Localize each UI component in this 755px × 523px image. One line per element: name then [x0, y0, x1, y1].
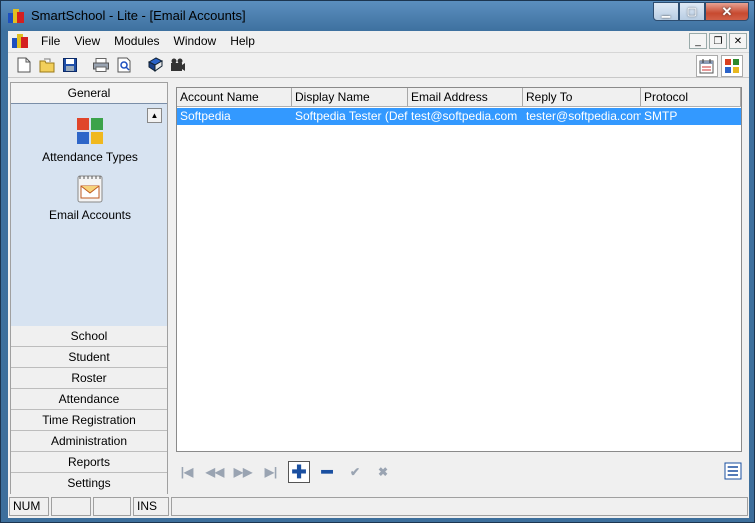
column-header-protocol[interactable]: Protocol [641, 88, 741, 106]
save-icon [63, 58, 77, 72]
status-panel-2 [51, 497, 91, 516]
next-record-icon: ▶▶ [233, 465, 253, 479]
menu-window[interactable]: Window [167, 31, 224, 51]
menu-view[interactable]: View [67, 31, 107, 51]
delete-record-button[interactable]: ━ [316, 461, 338, 483]
minus-icon: ━ [321, 461, 333, 482]
status-ins: INS [133, 497, 169, 516]
title-bar[interactable]: SmartSchool - Lite - [Email Accounts] ▁ … [1, 1, 755, 31]
app-window: SmartSchool - Lite - [Email Accounts] ▁ … [0, 0, 755, 523]
attendance-types-icon [75, 116, 105, 146]
calendar-button[interactable] [696, 55, 718, 77]
column-header-display-name[interactable]: Display Name [292, 88, 408, 106]
cell-protocol: SMTP [644, 109, 678, 123]
cancel-record-button[interactable]: ✖ [372, 461, 394, 483]
status-bar: NUM INS [8, 497, 749, 518]
insert-record-button[interactable]: ✚ [288, 461, 310, 483]
sidebar-item-email-accounts[interactable]: Email Accounts [11, 174, 169, 222]
last-record-icon: ▶| [264, 465, 278, 479]
new-icon [17, 57, 31, 73]
next-record-button[interactable]: ▶▶ [232, 461, 254, 483]
modules-button[interactable] [721, 55, 743, 77]
check-icon: ✔ [349, 465, 361, 479]
restore-icon: ❐ [713, 35, 723, 47]
module-sidebar: General ▲ Attendance Types Email Account… [10, 82, 168, 494]
sidebar-group-student[interactable]: Student [11, 347, 167, 368]
sidebar-group-administration[interactable]: Administration [11, 431, 167, 452]
list-view-button[interactable] [724, 462, 742, 483]
menu-file[interactable]: File [34, 31, 67, 51]
book-icon [147, 57, 163, 72]
minimize-icon: ▁ [661, 6, 671, 18]
minimize-icon: _ [695, 35, 701, 47]
sidebar-group-settings[interactable]: Settings [11, 473, 167, 494]
window-title: SmartSchool - Lite - [Email Accounts] [31, 8, 246, 23]
post-record-button[interactable]: ✔ [344, 461, 366, 483]
open-button[interactable] [36, 54, 58, 76]
sidebar-group-attendance[interactable]: Attendance [11, 389, 167, 410]
sidebar-group-time-registration[interactable]: Time Registration [11, 410, 167, 431]
status-message [171, 497, 748, 516]
child-restore-button[interactable]: ❐ [709, 33, 727, 49]
plus-icon: ✚ [291, 461, 307, 482]
child-close-button[interactable]: ✕ [729, 33, 747, 49]
modules-icon [725, 59, 739, 73]
camera-icon [171, 58, 185, 71]
table-header: Account Name Display Name Email Address … [177, 88, 741, 107]
app-icon[interactable] [8, 9, 24, 23]
cancel-icon: ✖ [377, 465, 389, 479]
sidebar-group-general[interactable]: General [11, 83, 167, 104]
calendar-icon [699, 59, 714, 74]
cell-account-name: Softpedia [180, 109, 231, 123]
close-icon: ✕ [721, 3, 733, 19]
email-accounts-icon [75, 174, 105, 204]
camera-button[interactable] [167, 54, 189, 76]
sidebar-item-label: Attendance Types [42, 150, 138, 164]
status-panel-3 [93, 497, 131, 516]
close-icon: ✕ [733, 35, 743, 47]
print-preview-button[interactable] [113, 54, 135, 76]
print-preview-icon [117, 57, 131, 73]
save-button[interactable] [59, 54, 81, 76]
maximize-icon: ▢ [686, 6, 698, 18]
child-window-icon[interactable] [12, 34, 28, 48]
column-header-account-name[interactable]: Account Name [177, 88, 292, 106]
email-accounts-table[interactable]: Account Name Display Name Email Address … [176, 87, 742, 452]
close-button[interactable]: ✕ [705, 2, 749, 21]
prior-record-button[interactable]: ◀◀ [204, 461, 226, 483]
print-button[interactable] [90, 54, 112, 76]
menu-bar: File View Modules Window Help _ ❐ ✕ [8, 31, 749, 51]
cell-reply-to: tester@softpedia.com [526, 109, 641, 123]
menu-help[interactable]: Help [223, 31, 262, 51]
prior-record-icon: ◀◀ [205, 465, 225, 479]
menu-modules[interactable]: Modules [107, 31, 166, 51]
cell-display-name: Softpedia Tester (Default) [295, 109, 408, 123]
sidebar-group-reports[interactable]: Reports [11, 452, 167, 473]
sidebar-group-body: ▲ Attendance Types Email Accounts [11, 104, 167, 326]
list-view-icon [724, 462, 742, 480]
last-record-button[interactable]: ▶| [260, 461, 282, 483]
book-button[interactable] [144, 54, 166, 76]
new-button[interactable] [13, 54, 35, 76]
cell-email-address: test@softpedia.com [411, 109, 518, 123]
sidebar-group-school[interactable]: School [11, 326, 167, 347]
sidebar-item-attendance-types[interactable]: Attendance Types [11, 116, 169, 164]
client-area: File View Modules Window Help _ ❐ ✕ Gene… [8, 31, 749, 518]
sidebar-item-label: Email Accounts [48, 208, 132, 222]
table-row[interactable]: Softpedia Softpedia Tester (Default) tes… [177, 108, 741, 125]
first-record-button[interactable]: |◀ [176, 461, 198, 483]
child-minimize-button[interactable]: _ [689, 33, 707, 49]
status-num: NUM [9, 497, 49, 516]
column-header-email-address[interactable]: Email Address [408, 88, 523, 106]
sidebar-group-roster[interactable]: Roster [11, 368, 167, 389]
record-navigator: |◀ ◀◀ ▶▶ ▶| ✚ ━ ✔ ✖ [176, 458, 742, 486]
toolbar [8, 52, 749, 78]
minimize-button[interactable]: ▁ [653, 2, 679, 21]
print-icon [93, 58, 109, 72]
column-header-reply-to[interactable]: Reply To [523, 88, 641, 106]
maximize-button[interactable]: ▢ [679, 2, 705, 21]
open-icon [39, 58, 55, 73]
first-record-icon: |◀ [180, 465, 194, 479]
